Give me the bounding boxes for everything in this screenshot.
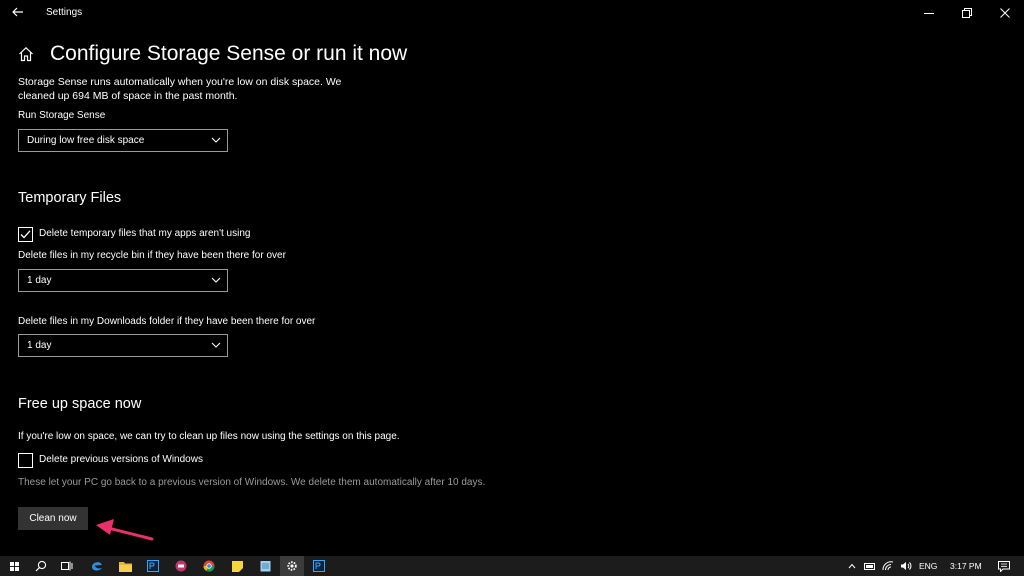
minimize-button[interactable] [910, 0, 948, 26]
downloads-folder-dropdown[interactable]: 1 day [18, 334, 228, 357]
taskbar-chrome[interactable] [198, 556, 220, 576]
downloads-folder-label: Delete files in my Downloads folder if t… [18, 316, 316, 327]
checkbox-unchecked [18, 453, 33, 468]
taskbar-edge[interactable] [86, 556, 108, 576]
back-button[interactable] [8, 3, 28, 21]
language-indicator[interactable]: ENG [919, 556, 937, 576]
restore-icon [962, 8, 972, 18]
annotation-arrow-icon [96, 519, 154, 541]
volume-icon [901, 562, 912, 570]
taskbar: ENG 3:17 PM [0, 556, 1024, 576]
action-center-button[interactable] [994, 556, 1014, 576]
restore-button[interactable] [948, 0, 986, 26]
task-view-button[interactable] [56, 556, 78, 576]
checkmark-icon [20, 230, 31, 239]
app-icon [175, 560, 187, 572]
dropdown-value: During low free disk space [27, 135, 145, 146]
search-icon [35, 560, 47, 572]
dropdown-value: 1 day [27, 275, 52, 286]
taskbar-notepad[interactable] [254, 556, 276, 576]
notification-icon [998, 560, 1010, 572]
photoshop-icon [313, 560, 325, 572]
edge-icon [92, 562, 102, 571]
photoshop-icon [147, 560, 159, 572]
start-icon [9, 561, 19, 571]
taskbar-search-button[interactable] [30, 556, 52, 576]
recycle-bin-label: Delete files in my recycle bin if they h… [18, 250, 286, 261]
battery-icon [864, 562, 875, 570]
home-icon [19, 46, 33, 62]
settings-window: Settings Configure Storage Sense or run … [0, 0, 1024, 556]
storage-sense-description: Storage Sense runs automatically when yo… [18, 76, 342, 102]
chevron-down-icon [211, 342, 221, 348]
taskbar-photoshop[interactable] [142, 556, 164, 576]
file-explorer-icon [118, 561, 132, 572]
home-button[interactable] [18, 46, 36, 64]
delete-temp-files-checkbox[interactable]: Delete temporary files that my apps aren… [18, 227, 278, 243]
battery-button[interactable] [862, 556, 878, 576]
free-up-space-heading: Free up space now [18, 396, 142, 412]
close-button[interactable] [986, 0, 1024, 26]
window-title: Settings [46, 7, 83, 18]
taskbar-app[interactable] [170, 556, 192, 576]
wifi-icon [882, 561, 894, 571]
network-button[interactable] [880, 556, 896, 576]
taskbar-photoshop-2[interactable] [308, 556, 330, 576]
delete-previous-windows-checkbox[interactable]: Delete previous versions of Windows [18, 453, 218, 469]
temporary-files-heading: Temporary Files [18, 190, 122, 206]
show-hidden-icons-button[interactable] [844, 556, 860, 576]
chevron-down-icon [211, 137, 221, 143]
start-button[interactable] [4, 556, 24, 576]
chrome-icon [203, 560, 215, 572]
clock[interactable]: 3:17 PM [950, 556, 982, 576]
taskbar-settings[interactable] [280, 556, 304, 576]
title-bar: Settings [0, 0, 1024, 26]
previous-windows-note: These let your PC go back to a previous … [18, 477, 486, 488]
notepad-icon [260, 561, 270, 572]
chevron-down-icon [211, 277, 221, 283]
taskbar-sticky-notes[interactable] [226, 556, 248, 576]
checkbox-label: Delete previous versions of Windows [39, 454, 203, 465]
close-icon [1000, 8, 1010, 18]
clean-now-button[interactable]: Clean now [18, 507, 88, 530]
sticky-notes-icon [231, 560, 243, 572]
page-title: Configure Storage Sense or run it now [50, 42, 408, 65]
taskbar-file-explorer[interactable] [114, 556, 136, 576]
settings-icon [287, 561, 297, 571]
checkbox-checked [18, 227, 33, 242]
back-arrow-icon [12, 7, 23, 17]
chevron-up-icon [848, 563, 856, 569]
run-storage-sense-dropdown[interactable]: During low free disk space [18, 129, 228, 152]
dropdown-value: 1 day [27, 340, 52, 351]
free-up-description: If you're low on space, we can try to cl… [18, 431, 400, 442]
checkbox-label: Delete temporary files that my apps aren… [39, 228, 251, 239]
recycle-bin-dropdown[interactable]: 1 day [18, 269, 228, 292]
window-controls [910, 0, 1024, 26]
volume-button[interactable] [898, 556, 914, 576]
task-view-icon [61, 561, 73, 571]
minimize-icon [924, 13, 934, 14]
run-storage-sense-label: Run Storage Sense [18, 110, 106, 121]
